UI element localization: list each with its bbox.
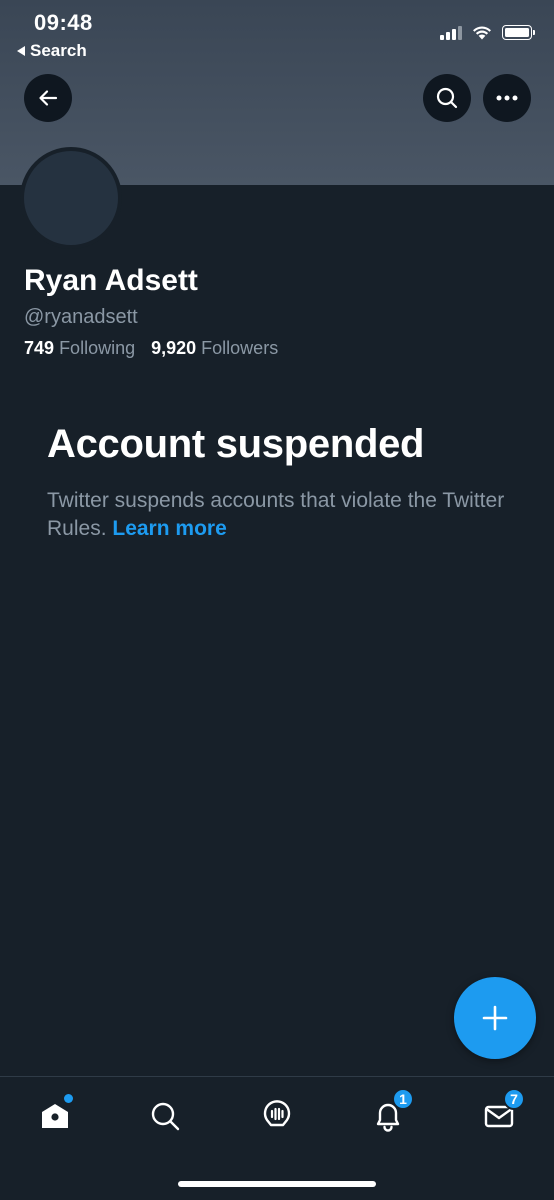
more-horizontal-icon	[496, 95, 518, 101]
suspension-title: Account suspended	[47, 422, 425, 466]
following-count: 749	[24, 338, 55, 358]
followers-link[interactable]: 9,920 Followers	[151, 338, 278, 359]
following-link[interactable]: 749 Following	[24, 338, 135, 359]
search-profile-button[interactable]	[423, 74, 471, 122]
nav-home[interactable]	[33, 1094, 77, 1138]
more-options-button[interactable]	[483, 74, 531, 122]
suspension-message: Twitter suspends accounts that violate t…	[47, 487, 517, 543]
status-indicators	[440, 24, 535, 40]
nav-messages[interactable]: 7	[477, 1088, 525, 1138]
cellular-signal-icon	[440, 24, 462, 40]
profile-screen: 09:48 Search Ryan Adsett @ryanadsett 749…	[0, 0, 554, 1200]
nav-notifications[interactable]: 1	[366, 1088, 414, 1138]
follow-stats: 749 Following 9,920 Followers	[24, 338, 278, 359]
battery-icon	[502, 24, 535, 40]
profile-avatar[interactable]	[20, 147, 122, 249]
learn-more-link[interactable]: Learn more	[112, 517, 226, 540]
home-indicator	[178, 1181, 376, 1187]
back-button[interactable]	[24, 74, 72, 122]
search-icon	[151, 1102, 180, 1131]
compose-tweet-button[interactable]	[454, 977, 536, 1059]
followers-label: Followers	[201, 338, 279, 358]
search-icon	[436, 87, 458, 109]
status-time: 09:48	[34, 10, 93, 35]
plus-icon	[482, 1005, 508, 1031]
back-triangle-icon	[17, 46, 25, 56]
messages-badge: 7	[503, 1088, 525, 1110]
home-icon	[42, 1104, 68, 1128]
spaces-icon	[263, 1100, 291, 1127]
back-to-search-link[interactable]: Search	[17, 41, 87, 61]
following-label: Following	[59, 338, 136, 358]
arrow-left-icon	[39, 90, 58, 106]
profile-handle: @ryanadsett	[24, 306, 138, 328]
back-to-search-label: Search	[30, 41, 87, 60]
wifi-icon	[473, 26, 491, 39]
nav-spaces[interactable]	[255, 1094, 299, 1138]
nav-search[interactable]	[143, 1094, 187, 1138]
followers-count: 9,920	[151, 338, 197, 358]
notifications-badge: 1	[392, 1088, 414, 1110]
home-new-dot	[64, 1094, 73, 1103]
profile-name: Ryan Adsett	[24, 264, 198, 297]
